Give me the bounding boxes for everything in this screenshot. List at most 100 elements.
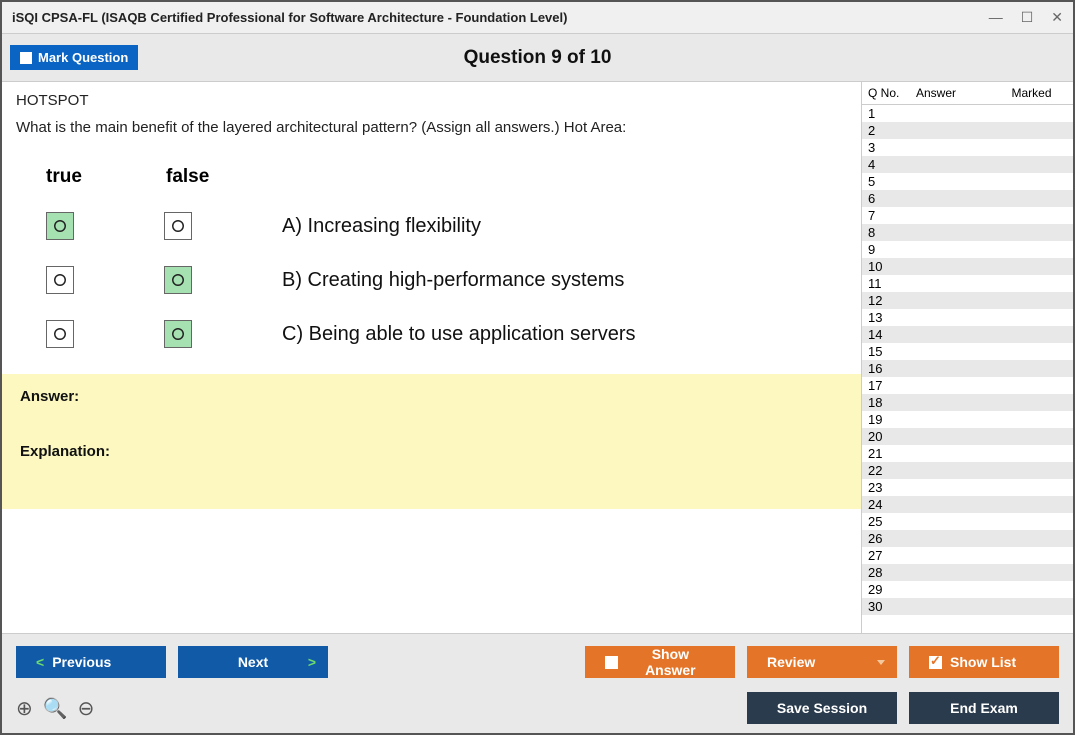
qno-cell: 3 <box>868 140 916 155</box>
checked-square-icon <box>929 656 942 669</box>
qno-cell: 25 <box>868 514 916 529</box>
question-list-row[interactable]: 14 <box>862 326 1073 343</box>
zoom-reset-icon[interactable]: 🔍 <box>43 696 68 721</box>
save-session-button[interactable]: Save Session <box>747 692 897 724</box>
close-icon[interactable]: ✕ <box>1051 9 1063 26</box>
show-list-button[interactable]: Show List <box>909 646 1059 678</box>
qno-cell: 10 <box>868 259 916 274</box>
question-list-row[interactable]: 19 <box>862 411 1073 428</box>
question-list[interactable]: 1234567891011121314151617181920212223242… <box>862 105 1073 633</box>
qno-cell: 19 <box>868 412 916 427</box>
zoom-controls: ⊕ 🔍 ⊖ <box>16 696 94 721</box>
radio-true-option-0[interactable] <box>46 212 74 240</box>
question-list-row[interactable]: 12 <box>862 292 1073 309</box>
question-list-row[interactable]: 25 <box>862 513 1073 530</box>
option-text: A) Increasing flexibility <box>282 215 481 238</box>
question-list-row[interactable]: 21 <box>862 445 1073 462</box>
radio-false-option-0[interactable] <box>164 212 192 240</box>
show-answer-button[interactable]: Show Answer <box>585 646 735 678</box>
qno-cell: 22 <box>868 463 916 478</box>
end-exam-label: End Exam <box>950 700 1018 716</box>
review-label: Review <box>767 654 815 670</box>
qno-cell: 29 <box>868 582 916 597</box>
main-panel: HOTSPOT What is the main benefit of the … <box>2 82 861 633</box>
qno-cell: 21 <box>868 446 916 461</box>
question-list-header: Q No. Answer Marked <box>862 82 1073 105</box>
question-text: What is the main benefit of the layered … <box>16 119 847 136</box>
col-false-label: false <box>166 166 226 188</box>
zoom-out-icon[interactable]: ⊖ <box>78 696 95 721</box>
qno-cell: 2 <box>868 123 916 138</box>
radio-true-option-2[interactable] <box>46 320 74 348</box>
qno-cell: 18 <box>868 395 916 410</box>
radio-false-option-1[interactable] <box>164 266 192 294</box>
question-list-row[interactable]: 15 <box>862 343 1073 360</box>
review-button[interactable]: Review <box>747 646 897 678</box>
question-list-row[interactable]: 6 <box>862 190 1073 207</box>
question-list-row[interactable]: 1 <box>862 105 1073 122</box>
zoom-in-icon[interactable]: ⊕ <box>16 696 33 721</box>
mark-question-button[interactable]: Mark Question <box>10 45 138 70</box>
question-list-row[interactable]: 29 <box>862 581 1073 598</box>
question-list-row[interactable]: 18 <box>862 394 1073 411</box>
answer-panel: Answer: Explanation: <box>2 374 861 509</box>
end-exam-button[interactable]: End Exam <box>909 692 1059 724</box>
question-list-row[interactable]: 7 <box>862 207 1073 224</box>
radio-true-option-1[interactable] <box>46 266 74 294</box>
question-list-row[interactable]: 9 <box>862 241 1073 258</box>
qno-cell: 7 <box>868 208 916 223</box>
qno-cell: 23 <box>868 480 916 495</box>
question-list-row[interactable]: 17 <box>862 377 1073 394</box>
question-list-row[interactable]: 13 <box>862 309 1073 326</box>
minimize-icon[interactable]: — <box>989 9 1003 26</box>
question-list-row[interactable]: 3 <box>862 139 1073 156</box>
qno-cell: 1 <box>868 106 916 121</box>
question-list-row[interactable]: 16 <box>862 360 1073 377</box>
qno-cell: 28 <box>868 565 916 580</box>
question-list-row[interactable]: 5 <box>862 173 1073 190</box>
answer-label: Answer: <box>20 388 843 405</box>
question-list-row[interactable]: 28 <box>862 564 1073 581</box>
question-list-row[interactable]: 8 <box>862 224 1073 241</box>
question-list-panel: Q No. Answer Marked 12345678910111213141… <box>861 82 1073 633</box>
next-button[interactable]: Next > <box>178 646 328 678</box>
hotspot-table: true false A) Increasing flexibilityB) C… <box>46 166 847 348</box>
next-label: Next <box>238 654 268 670</box>
qno-cell: 24 <box>868 497 916 512</box>
qno-cell: 14 <box>868 327 916 342</box>
question-list-row[interactable]: 27 <box>862 547 1073 564</box>
content-area: HOTSPOT What is the main benefit of the … <box>2 82 1073 633</box>
button-row-2: ⊕ 🔍 ⊖ Save Session End Exam <box>16 692 1059 724</box>
question-list-row[interactable]: 20 <box>862 428 1073 445</box>
hotspot-row: C) Being able to use application servers <box>46 320 847 348</box>
question-list-row[interactable]: 26 <box>862 530 1073 547</box>
question-list-row[interactable]: 22 <box>862 462 1073 479</box>
question-list-row[interactable]: 10 <box>862 258 1073 275</box>
qno-cell: 30 <box>868 599 916 614</box>
qno-cell: 27 <box>868 548 916 563</box>
qno-cell: 15 <box>868 344 916 359</box>
explanation-label: Explanation: <box>20 443 843 460</box>
checkbox-icon <box>20 52 32 64</box>
qno-cell: 6 <box>868 191 916 206</box>
previous-label: Previous <box>52 654 111 670</box>
qno-cell: 26 <box>868 531 916 546</box>
previous-button[interactable]: < Previous <box>16 646 166 678</box>
question-list-row[interactable]: 4 <box>862 156 1073 173</box>
window-controls: — ☐ ✕ <box>989 9 1063 26</box>
question-list-row[interactable]: 30 <box>862 598 1073 615</box>
question-list-row[interactable]: 24 <box>862 496 1073 513</box>
chevron-down-icon <box>877 660 885 665</box>
question-counter: Question 9 of 10 <box>464 47 612 69</box>
radio-false-option-2[interactable] <box>164 320 192 348</box>
show-answer-label: Show Answer <box>626 646 715 678</box>
question-list-row[interactable]: 23 <box>862 479 1073 496</box>
question-list-row[interactable]: 11 <box>862 275 1073 292</box>
maximize-icon[interactable]: ☐ <box>1021 9 1034 26</box>
qno-cell: 17 <box>868 378 916 393</box>
qno-cell: 12 <box>868 293 916 308</box>
hotspot-header: true false <box>46 166 847 188</box>
qno-cell: 11 <box>868 276 916 291</box>
titlebar: iSQI CPSA-FL (ISAQB Certified Profession… <box>2 2 1073 34</box>
question-list-row[interactable]: 2 <box>862 122 1073 139</box>
